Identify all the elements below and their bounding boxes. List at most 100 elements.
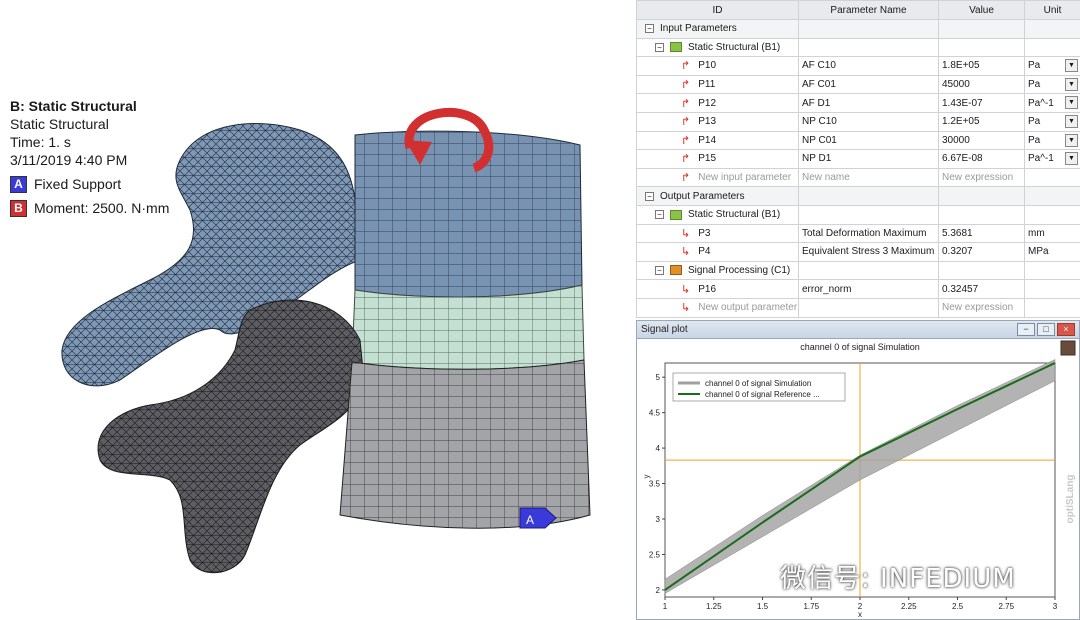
new-output-id[interactable]: New output parameter: [698, 302, 797, 313]
parameter-id-cell[interactable]: ↱ P10: [636, 56, 799, 76]
parameter-name-cell[interactable]: Equivalent Stress 3 Maximum: [798, 242, 939, 262]
parameter-id-cell[interactable]: ↱ P15: [636, 149, 799, 169]
parameter-value-cell[interactable]: 0.32457: [938, 279, 1025, 299]
unit-dropdown-icon[interactable]: ▼: [1065, 96, 1078, 110]
maximize-icon[interactable]: □: [1037, 323, 1055, 336]
parameter-id-cell[interactable]: ↳ P16: [636, 279, 799, 299]
parameter-id-cell[interactable]: ↳ P4: [636, 242, 799, 262]
collapse-toggle-icon[interactable]: −: [655, 210, 664, 220]
parameter-name-cell[interactable]: error_norm: [798, 279, 939, 299]
y-tick-label: 2: [656, 586, 661, 595]
unit-dropdown-icon[interactable]: ▼: [1065, 77, 1078, 91]
parameter-row[interactable]: ↳ P4 Equivalent Stress 3 Maximum 0.3207 MPa: [636, 242, 1080, 262]
parameter-name-cell[interactable]: AF C10: [798, 56, 939, 76]
unit-label: Pa: [1028, 134, 1041, 146]
close-icon[interactable]: ×: [1057, 323, 1075, 336]
collapse-toggle-icon[interactable]: −: [655, 265, 664, 275]
parameter-row[interactable]: ↱ P15 NP D1 6.67E-08 Pa^-1 ▼: [636, 149, 1080, 169]
static-structural-icon: [670, 42, 682, 53]
parameter-id-cell[interactable]: ↱ P13: [636, 111, 799, 132]
parameter-id-cell[interactable]: ↳ P3: [636, 223, 799, 244]
parameter-unit-cell[interactable]: Pa ▼: [1024, 74, 1080, 95]
unit-dropdown-icon[interactable]: ▼: [1065, 152, 1078, 166]
parameter-row[interactable]: ↱ P10 AF C10 1.8E+05 Pa ▼: [636, 56, 1080, 76]
system-label: Static Structural (B1): [688, 209, 781, 221]
input-parameters-section[interactable]: − Input Parameters: [636, 19, 1080, 39]
parameter-id: P13: [698, 116, 717, 128]
collapse-toggle-icon[interactable]: −: [645, 191, 654, 201]
parameter-value-cell[interactable]: 6.67E-08: [938, 149, 1025, 169]
parameter-value-cell[interactable]: 1.43E-07: [938, 93, 1025, 113]
parameter-name-cell[interactable]: AF C01: [798, 74, 939, 95]
model-info-overlay: B: Static Structural Static Structural T…: [10, 97, 169, 217]
header-value[interactable]: Value: [938, 0, 1025, 20]
header-parameter-name[interactable]: Parameter Name: [798, 0, 939, 20]
parameter-row[interactable]: ↳ P16 error_norm 0.32457: [636, 279, 1080, 299]
x-tick-label: 1: [663, 602, 668, 611]
parameter-unit-cell[interactable]: [1024, 279, 1080, 299]
parameter-row[interactable]: ↱ P13 NP C10 1.2E+05 Pa ▼: [636, 111, 1080, 132]
legend-key-a: A: [10, 175, 27, 193]
new-input-parameter-row[interactable]: ↱ New input parameter New name New expres…: [636, 167, 1080, 188]
minimize-icon[interactable]: −: [1017, 323, 1035, 336]
new-input-expression[interactable]: New expression: [938, 167, 1025, 188]
input-system-row[interactable]: − Static Structural (B1): [636, 37, 1080, 58]
parameter-value-cell[interactable]: 45000: [938, 74, 1025, 95]
legend-moment[interactable]: B Moment: 2500. N·mm: [10, 199, 169, 217]
header-id[interactable]: ID: [636, 0, 799, 20]
parameter-row[interactable]: ↱ P12 AF D1 1.43E-07 Pa^-1 ▼: [636, 93, 1080, 113]
parameter-name-cell[interactable]: NP C01: [798, 130, 939, 151]
output-parameter-icon: ↳: [681, 302, 691, 315]
lower-vertebral-body: [339, 359, 591, 529]
parameter-name-cell[interactable]: AF D1: [798, 93, 939, 113]
parameter-value-cell[interactable]: 1.2E+05: [938, 111, 1025, 132]
collapse-toggle-icon[interactable]: −: [655, 42, 664, 52]
header-unit[interactable]: Unit: [1024, 0, 1080, 20]
legend-fixed-support[interactable]: A Fixed Support: [10, 175, 169, 193]
parameter-value-cell[interactable]: 5.3681: [938, 223, 1025, 244]
unit-label: Pa: [1028, 79, 1041, 91]
parameter-name-cell[interactable]: Total Deformation Maximum: [798, 223, 939, 244]
input-parameter-icon: ↱: [681, 134, 691, 147]
signal-plot-titlebar[interactable]: Signal plot − □ ×: [637, 321, 1079, 339]
y-tick-label: 3: [656, 515, 661, 524]
model-viewport[interactable]: A B: Static Structural Static Structural…: [0, 0, 636, 620]
parameter-value-cell[interactable]: 0.3207: [938, 242, 1025, 262]
parameter-unit-cell[interactable]: Pa ▼: [1024, 56, 1080, 76]
output-parameters-section[interactable]: − Output Parameters: [636, 186, 1080, 206]
parameter-table-panel: ID Parameter Name Value Unit − Input Para…: [636, 0, 1080, 318]
new-input-name[interactable]: New name: [798, 167, 939, 188]
signal-system-row[interactable]: − Signal Processing (C1): [636, 260, 1080, 281]
new-input-id[interactable]: New input parameter: [698, 172, 791, 183]
unit-dropdown-icon[interactable]: ▼: [1065, 59, 1078, 73]
parameter-name-cell[interactable]: NP D1: [798, 149, 939, 169]
parameter-unit-cell[interactable]: MPa: [1024, 242, 1080, 262]
parameter-unit-cell[interactable]: mm: [1024, 223, 1080, 244]
unit-dropdown-icon[interactable]: ▼: [1065, 114, 1078, 128]
parameter-row[interactable]: ↱ P14 NP C01 30000 Pa ▼: [636, 130, 1080, 151]
parameter-row[interactable]: ↳ P3 Total Deformation Maximum 5.3681 mm: [636, 223, 1080, 244]
parameter-id-cell[interactable]: ↱ P12: [636, 93, 799, 113]
input-parameter-icon: ↱: [681, 116, 691, 129]
new-output-parameter-row[interactable]: ↳ New output parameter New expression: [636, 297, 1080, 318]
parameter-unit-cell[interactable]: Pa ▼: [1024, 111, 1080, 132]
parameter-id-cell[interactable]: ↱ P11: [636, 74, 799, 95]
output-system-row[interactable]: − Static Structural (B1): [636, 204, 1080, 225]
collapse-toggle-icon[interactable]: −: [645, 24, 654, 34]
parameter-unit-cell[interactable]: Pa^-1 ▼: [1024, 149, 1080, 169]
parameter-name-cell[interactable]: NP C10: [798, 111, 939, 132]
x-axis-label: x: [858, 610, 862, 619]
x-tick-label: 2.25: [901, 602, 917, 611]
new-output-expression[interactable]: New expression: [938, 297, 1025, 318]
system-label: Signal Processing (C1): [688, 265, 791, 277]
table-header-row: ID Parameter Name Value Unit: [636, 0, 1080, 20]
unit-dropdown-icon[interactable]: ▼: [1065, 133, 1078, 147]
parameter-value-cell[interactable]: 30000: [938, 130, 1025, 151]
legend-label-reference: channel 0 of signal Reference ...: [705, 390, 820, 399]
parameter-id-cell[interactable]: ↱ P14: [636, 130, 799, 151]
parameter-unit-cell[interactable]: Pa^-1 ▼: [1024, 93, 1080, 113]
parameter-id: P11: [698, 79, 716, 91]
parameter-row[interactable]: ↱ P11 AF C01 45000 Pa ▼: [636, 74, 1080, 95]
parameter-unit-cell[interactable]: Pa ▼: [1024, 130, 1080, 151]
parameter-value-cell[interactable]: 1.8E+05: [938, 56, 1025, 76]
